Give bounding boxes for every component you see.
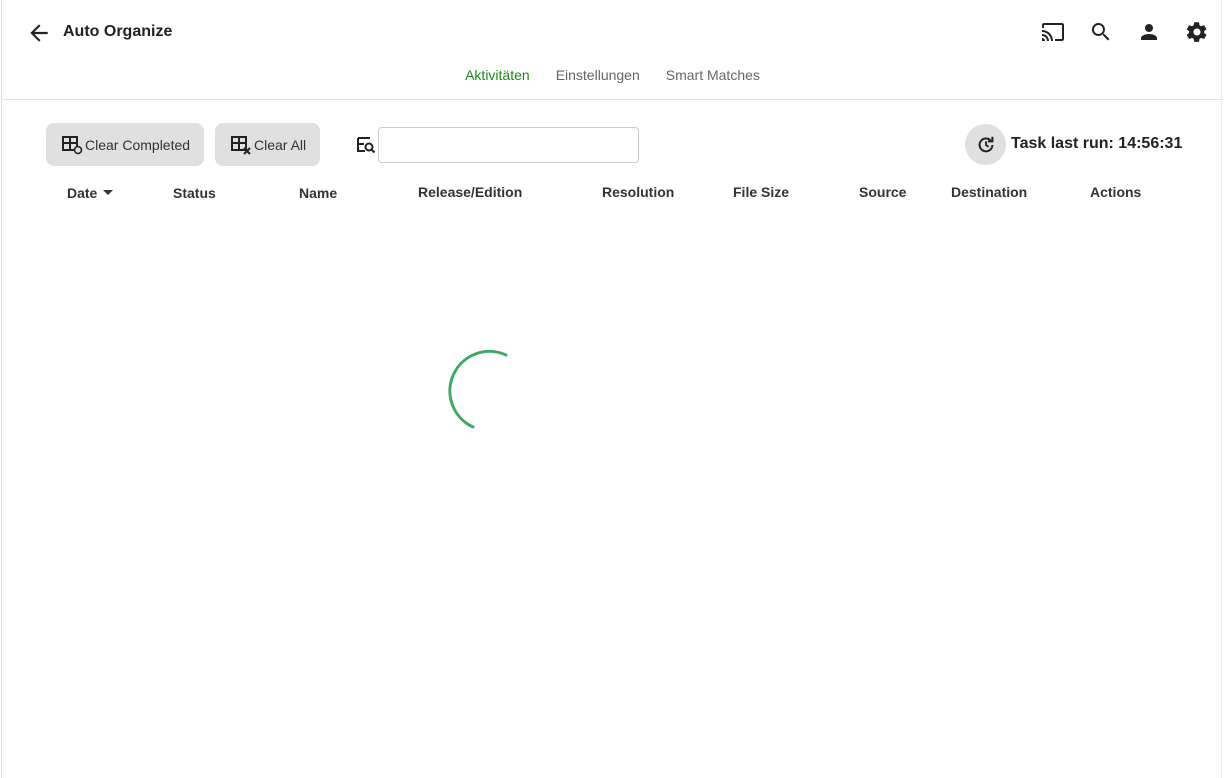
column-header-date[interactable]: Date bbox=[67, 185, 114, 201]
column-header-file-size[interactable]: File Size bbox=[733, 184, 789, 200]
column-header-resolution[interactable]: Resolution bbox=[602, 184, 674, 200]
clear-completed-button[interactable]: Clear Completed bbox=[46, 123, 205, 166]
page-title: Auto Organize bbox=[63, 23, 173, 40]
search-icon[interactable] bbox=[1089, 20, 1113, 44]
search-input[interactable] bbox=[378, 127, 639, 163]
column-header-source[interactable]: Source bbox=[859, 184, 906, 200]
loading-spinner bbox=[448, 349, 508, 429]
tab-bar: Aktivitäten Einstellungen Smart Matches bbox=[2, 67, 1223, 83]
column-header-release[interactable]: Release/Edition bbox=[418, 184, 522, 200]
tab-einstellungen[interactable]: Einstellungen bbox=[556, 67, 640, 83]
app-frame: Auto Organize Aktivitäten Einstellungen … bbox=[1, 0, 1223, 778]
column-header-actions: Actions bbox=[1090, 184, 1142, 200]
tab-aktivitaeten[interactable]: Aktivitäten bbox=[465, 67, 530, 83]
account-icon[interactable] bbox=[1137, 20, 1161, 44]
column-header-status[interactable]: Status bbox=[173, 185, 216, 201]
top-bar: Auto Organize Aktivitäten Einstellungen … bbox=[2, 0, 1223, 100]
filter-search-icon bbox=[357, 137, 376, 154]
settings-gear-icon[interactable] bbox=[1185, 20, 1209, 44]
cast-icon[interactable] bbox=[1041, 20, 1065, 44]
column-header-destination[interactable]: Destination bbox=[951, 184, 1027, 200]
history-icon bbox=[978, 136, 993, 152]
task-last-run: Task last run: 14:56:31 bbox=[1011, 135, 1183, 152]
column-date-label: Date bbox=[67, 185, 98, 201]
table-remove-icon bbox=[231, 135, 251, 155]
history-button[interactable] bbox=[965, 124, 1006, 165]
column-header-name[interactable]: Name bbox=[299, 185, 337, 201]
table-refresh-icon bbox=[62, 135, 83, 154]
back-arrow-icon[interactable] bbox=[26, 20, 52, 46]
tab-smart-matches[interactable]: Smart Matches bbox=[666, 67, 760, 83]
clear-completed-label: Clear Completed bbox=[85, 136, 191, 153]
clear-all-label: Clear All bbox=[254, 136, 307, 153]
sort-down-icon bbox=[103, 190, 114, 195]
clear-all-button[interactable]: Clear All bbox=[215, 123, 321, 166]
